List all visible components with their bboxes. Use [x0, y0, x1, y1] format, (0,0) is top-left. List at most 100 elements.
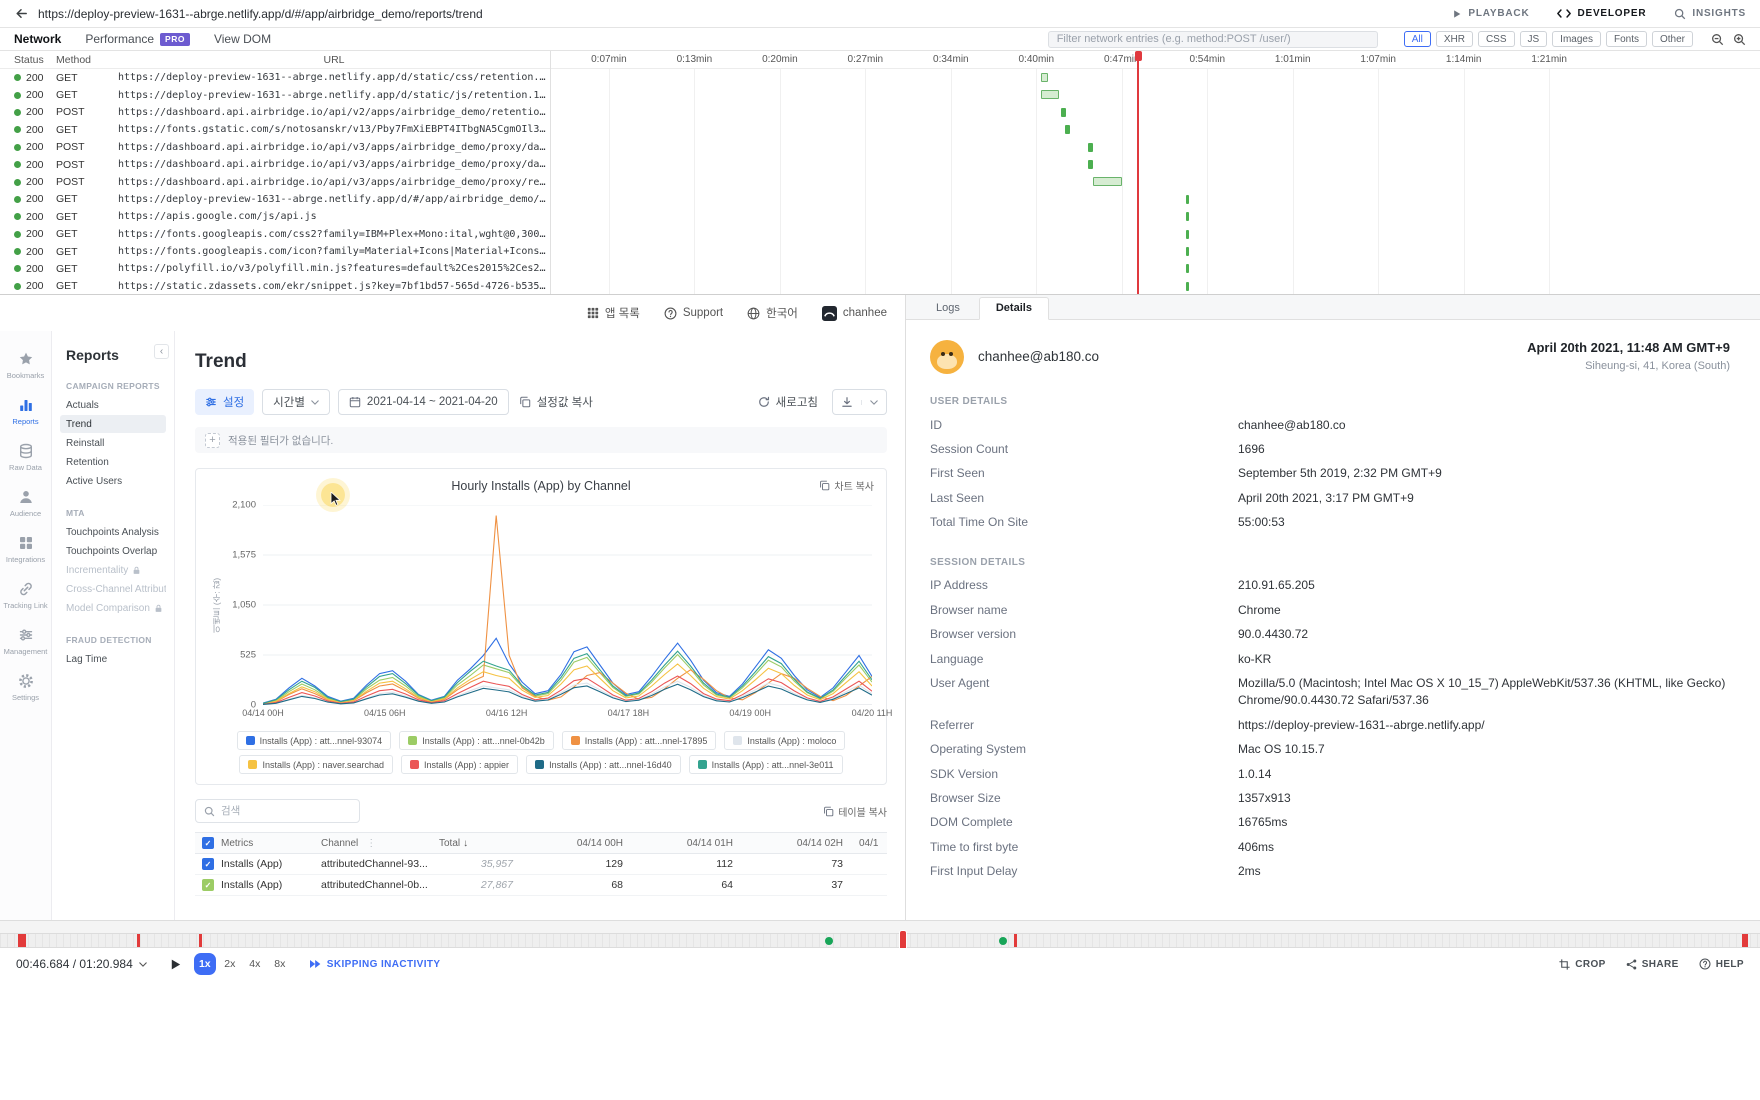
copy-table-button[interactable]: 테이블 복사: [823, 804, 887, 819]
zoom-in-icon[interactable]: [1733, 33, 1746, 46]
details-body[interactable]: chanhee@ab180.co April 20th 2021, 11:48 …: [906, 320, 1760, 920]
devtools-tab-view-dom[interactable]: View DOM: [214, 32, 271, 46]
filter-chip-xhr[interactable]: XHR: [1435, 31, 1473, 47]
crop-button[interactable]: CROP: [1559, 959, 1606, 970]
select-all-checkbox[interactable]: ✓: [195, 837, 221, 849]
share-button[interactable]: SHARE: [1626, 959, 1679, 970]
playback-mode-button[interactable]: PLAYBACK: [1452, 8, 1529, 19]
network-request-row[interactable]: 200 POST https://dashboard.api.airbridge.i…: [0, 173, 550, 190]
interval-select[interactable]: 시간별: [262, 389, 330, 415]
nav-item-retention[interactable]: Retention: [60, 453, 166, 471]
request-timing-bar[interactable]: [1040, 73, 1048, 82]
nav-item-model-comparison[interactable]: Model Comparison: [60, 599, 166, 617]
playback-time-button[interactable]: 00:46.684 / 01:20.984: [16, 957, 147, 971]
refresh-button[interactable]: 새로고침: [756, 389, 820, 415]
filter-chip-other[interactable]: Other: [1651, 31, 1693, 47]
nav-item-cross-channel-attribution[interactable]: Cross-Channel Attribution: [60, 580, 166, 598]
account-button[interactable]: chanhee: [821, 305, 887, 321]
sidebar-item-bookmarks[interactable]: Bookmarks: [0, 347, 51, 384]
timeline-event-marker[interactable]: [137, 934, 141, 947]
trend-chart[interactable]: 이벤트 (수: 값) 0 525 1,050 1,575 2,100: [210, 500, 872, 711]
request-timing-bar[interactable]: [1185, 281, 1190, 291]
network-request-row[interactable]: 200 GET https://static.zdassets.com/ekr/sn…: [0, 278, 550, 294]
request-timing-bar[interactable]: [1185, 212, 1190, 222]
table-column-header-04-14-00h[interactable]: 04/14 00H: [529, 838, 639, 849]
speed-1x[interactable]: 1x: [193, 953, 216, 975]
filter-chip-css[interactable]: CSS: [1477, 31, 1515, 47]
sidebar-item-tracking-link[interactable]: Tracking Link: [0, 577, 51, 614]
table-row[interactable]: ✓ Installs (App) attributedChannel-93... 35…: [195, 854, 887, 875]
network-request-row[interactable]: 200 GET https://deploy-preview-1631--abrge…: [0, 86, 550, 103]
network-request-row[interactable]: 200 GET https://apis.google.com/js/api.js: [0, 208, 550, 225]
playback-timeline[interactable]: [0, 931, 1760, 950]
legend-item-appier[interactable]: Installs (App) : appier: [401, 755, 519, 774]
table-search-input[interactable]: [221, 805, 351, 817]
nav-item-reinstall[interactable]: Reinstall: [60, 434, 166, 452]
filter-chip-fonts[interactable]: Fonts: [1605, 31, 1647, 47]
request-timing-bar[interactable]: [1092, 177, 1122, 187]
legend-item-att-nnel-0b42b[interactable]: Installs (App) : att...nnel-0b42b: [399, 731, 554, 750]
timeline-event-marker[interactable]: [17, 934, 26, 947]
speed-8x[interactable]: 8x: [269, 953, 291, 975]
table-column-header-metrics[interactable]: Metrics: [221, 838, 321, 849]
network-waterfall[interactable]: 0:07min 0:13min 0:20min 0:27min 0:34min 0:40m…: [550, 51, 1760, 294]
developer-mode-button[interactable]: DEVELOPER: [1557, 8, 1646, 19]
zoom-out-icon[interactable]: [1711, 33, 1724, 46]
legend-item-att-nnel-17895[interactable]: Installs (App) : att...nnel-17895: [561, 731, 717, 750]
network-playhead[interactable]: [1134, 51, 1142, 294]
sidebar-item-settings[interactable]: Settings: [0, 669, 51, 706]
filter-chip-images[interactable]: Images: [1552, 31, 1601, 47]
network-filter-input[interactable]: [1047, 30, 1378, 48]
table-column-header-04-14-02h[interactable]: 04/14 02H: [749, 838, 859, 849]
timeline-annotation-dot[interactable]: [999, 936, 1008, 945]
network-request-row[interactable]: 200 GET https://deploy-preview-1631--abrge…: [0, 191, 550, 208]
table-row[interactable]: ✓ Installs (App) attributedChannel-0b... 27…: [195, 875, 887, 896]
sort-desc-icon[interactable]: ↓: [463, 838, 468, 849]
sidebar-item-reports[interactable]: Reports: [0, 393, 51, 430]
support-button[interactable]: Support: [664, 307, 723, 320]
legend-item-att-nnel-16d40[interactable]: Installs (App) : att...nnel-16d40: [526, 755, 681, 774]
table-search-box[interactable]: [195, 799, 360, 823]
network-request-row[interactable]: 200 POST https://dashboard.api.airbridge.i…: [0, 104, 550, 121]
date-range-picker[interactable]: 2021-04-14 ~ 2021-04-20: [337, 389, 509, 415]
nav-item-active-users[interactable]: Active Users: [60, 472, 166, 490]
back-icon[interactable]: [14, 6, 29, 21]
nav-item-touchpoints-overlap[interactable]: Touchpoints Overlap: [60, 542, 166, 560]
request-timing-bar[interactable]: [1040, 90, 1059, 100]
copy-chart-button[interactable]: 차트 복사: [819, 478, 874, 493]
row-checkbox[interactable]: ✓: [195, 858, 221, 870]
filter-chip-js[interactable]: JS: [1519, 31, 1548, 47]
speed-4x[interactable]: 4x: [244, 953, 266, 975]
timeline-event-marker[interactable]: [1742, 934, 1749, 947]
download-options-button[interactable]: [861, 399, 886, 405]
request-timing-bar[interactable]: [1185, 246, 1190, 256]
nav-item-trend[interactable]: Trend: [60, 415, 166, 433]
language-button[interactable]: 한국어: [747, 305, 798, 321]
network-request-row[interactable]: 200 GET https://polyfill.io/v3/polyfill.mi…: [0, 260, 550, 277]
network-request-row[interactable]: 200 POST https://dashboard.api.airbridge.i…: [0, 156, 550, 173]
network-request-row[interactable]: 200 GET https://fonts.googleapis.com/icon?…: [0, 243, 550, 260]
speed-2x[interactable]: 2x: [219, 953, 241, 975]
nav-item-actuals[interactable]: Actuals: [60, 396, 166, 414]
network-request-list[interactable]: Status Method URL 200 GET https://deploy-p…: [0, 51, 550, 294]
request-timing-bar[interactable]: [1185, 229, 1190, 239]
sidebar-item-integrations[interactable]: Integrations: [0, 531, 51, 568]
details-tab-logs[interactable]: Logs: [920, 298, 976, 319]
devtools-tab-network[interactable]: Network: [14, 32, 61, 46]
add-filter-button[interactable]: +: [205, 432, 220, 448]
nav-item-incrementality[interactable]: Incrementality: [60, 561, 166, 579]
table-column-header-channel[interactable]: Channel ⋮: [321, 838, 439, 849]
copy-settings-button[interactable]: 설정값 복사: [517, 389, 595, 415]
network-request-row[interactable]: 200 POST https://dashboard.api.airbridge.i…: [0, 139, 550, 156]
timeline-annotation-dot[interactable]: [824, 936, 833, 945]
play-button[interactable]: [169, 958, 182, 971]
details-tab-details[interactable]: Details: [978, 297, 1049, 320]
timeline-event-marker[interactable]: [1013, 934, 1017, 947]
app-list-button[interactable]: 앱 목록: [587, 305, 640, 321]
request-timing-bar[interactable]: [1185, 194, 1190, 204]
filter-chip-all[interactable]: All: [1403, 31, 1431, 47]
request-timing-bar[interactable]: [1087, 159, 1093, 169]
legend-item-att-nnel-3e011[interactable]: Installs (App) : att...nnel-3e011: [688, 755, 843, 774]
request-timing-bar[interactable]: [1087, 142, 1093, 152]
request-timing-bar[interactable]: [1185, 264, 1190, 274]
